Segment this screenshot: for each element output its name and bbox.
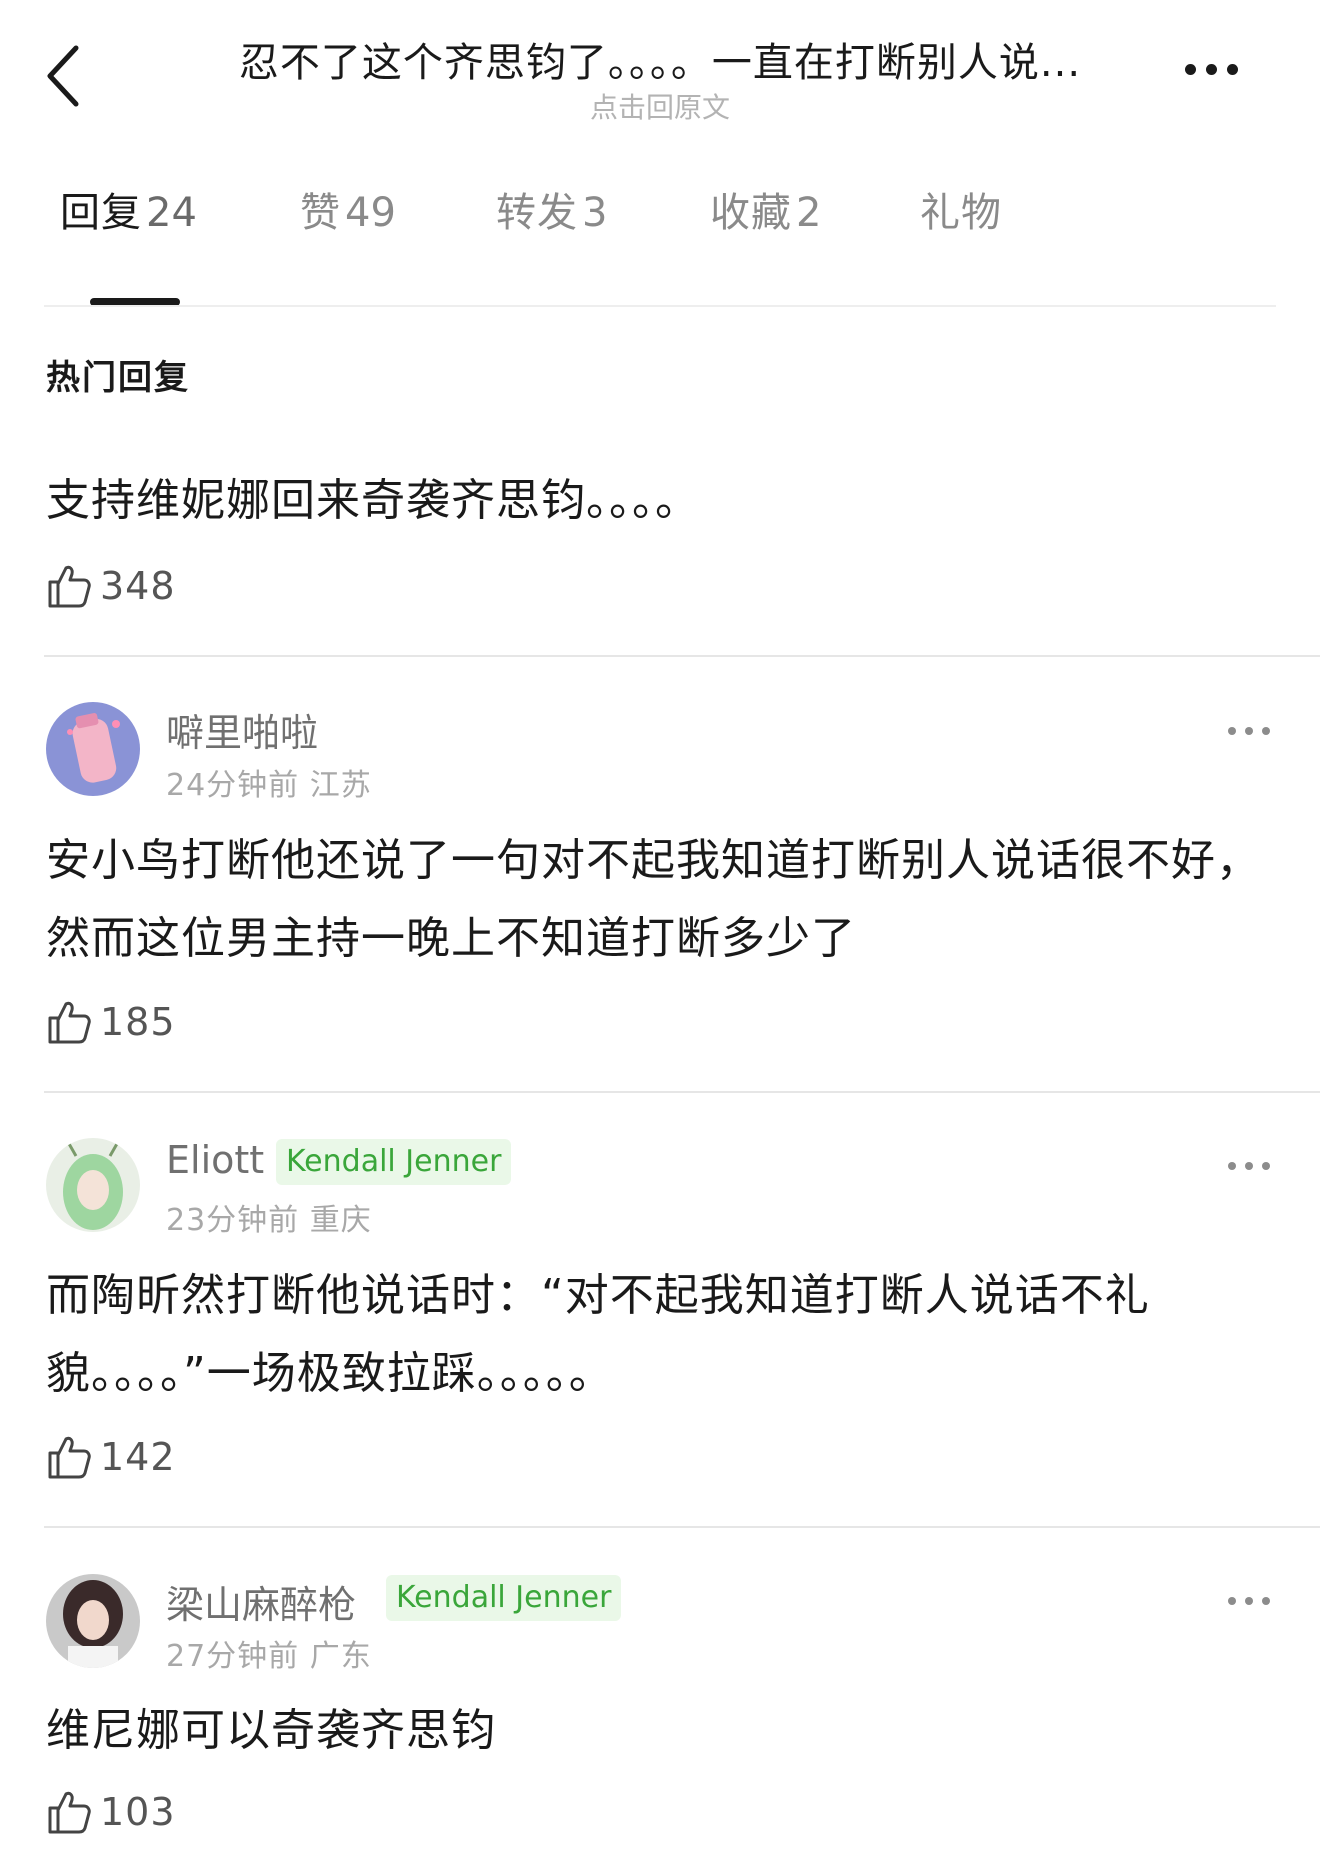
thumbs-up-icon xyxy=(48,1436,91,1479)
comment-meta: 23分钟前 重庆 xyxy=(166,1195,372,1239)
username[interactable]: Eliott xyxy=(166,1138,264,1182)
like-count: 348 xyxy=(100,564,176,608)
top-nav-bar: 忍不了这个齐思钧了。。。。一直在打断别人说... 点击回原文 xyxy=(0,0,1320,140)
like-count: 142 xyxy=(100,1435,176,1479)
comment-text[interactable]: 安小鸟打断他还说了一句对不起我知道打断别人说话很不好，然而这位男主持一晚上不知道… xyxy=(46,822,1266,978)
thumbs-up-icon xyxy=(48,1001,91,1044)
username[interactable]: 梁山麻醉枪 xyxy=(166,1574,356,1629)
chevron-left-icon xyxy=(47,45,79,107)
fan-badge[interactable]: Kendall Jenner xyxy=(276,1139,512,1185)
tab-favorites[interactable]: 收藏 2 xyxy=(710,180,821,238)
avatar-image xyxy=(46,1574,140,1668)
divider xyxy=(44,1091,1320,1093)
more-horizontal-icon xyxy=(1185,60,1248,79)
username[interactable]: 噼里啪啦 xyxy=(166,702,318,757)
fan-badge[interactable]: Kendall Jenner xyxy=(386,1575,622,1621)
thumbs-up-icon xyxy=(48,1791,91,1834)
back-button[interactable] xyxy=(40,40,88,112)
avatar[interactable] xyxy=(46,1574,140,1668)
like-button[interactable]: 348 xyxy=(46,560,176,612)
comment-text[interactable]: 而陶昕然打断他说话时：“对不起我知道打断人说话不礼貌。。。。”一场极致拉踩。。。… xyxy=(46,1257,1266,1413)
avatar[interactable] xyxy=(46,702,140,796)
comment-more-button[interactable] xyxy=(1228,1155,1288,1179)
like-count: 103 xyxy=(100,1790,176,1834)
comment-time: 23分钟前 xyxy=(166,1203,300,1238)
hot-replies-heading: 热门回复 xyxy=(46,358,190,398)
comment-location: 重庆 xyxy=(309,1203,372,1238)
tab-gifts[interactable]: 礼物 xyxy=(920,180,1002,238)
tab-reposts[interactable]: 转发 3 xyxy=(496,180,607,238)
post-title[interactable]: 忍不了这个齐思钧了。。。。一直在打断别人说... xyxy=(160,30,1160,88)
more-options-button[interactable] xyxy=(1185,60,1265,90)
more-horizontal-icon xyxy=(1228,1590,1279,1609)
comment-more-button[interactable] xyxy=(1228,720,1288,744)
like-button[interactable]: 185 xyxy=(46,996,176,1048)
comment-location: 江苏 xyxy=(309,768,372,803)
more-horizontal-icon xyxy=(1228,1155,1279,1174)
comment-location: 广东 xyxy=(309,1639,372,1674)
like-count: 185 xyxy=(100,1000,176,1044)
tab-bar: 回复 24 赞 49 转发 3 收藏 2 礼物 xyxy=(0,180,1320,300)
comment-time: 24分钟前 xyxy=(166,768,300,803)
tab-likes[interactable]: 赞 49 xyxy=(300,180,396,238)
like-button[interactable]: 103 xyxy=(46,1786,176,1838)
comment-text[interactable]: 支持维妮娜回来奇袭齐思钧。。。。 xyxy=(46,462,1266,540)
tab-replies[interactable]: 回复 24 xyxy=(60,180,197,238)
tabs-divider xyxy=(44,305,1276,307)
more-horizontal-icon xyxy=(1228,720,1279,739)
avatar-image xyxy=(46,1138,140,1232)
avatar-image xyxy=(46,702,140,796)
like-button[interactable]: 142 xyxy=(46,1431,176,1483)
comment-more-button[interactable] xyxy=(1228,1590,1288,1614)
comment-meta: 27分钟前 广东 xyxy=(166,1631,372,1675)
thumbs-up-icon xyxy=(48,565,91,608)
comment-meta: 24分钟前 江苏 xyxy=(166,760,372,804)
comment-text[interactable]: 维尼娜可以奇袭齐思钧 xyxy=(46,1692,1266,1770)
avatar[interactable] xyxy=(46,1138,140,1232)
divider xyxy=(44,1526,1320,1528)
back-to-original-link[interactable]: 点击回原文 xyxy=(160,86,1160,126)
divider xyxy=(44,655,1320,657)
comment-time: 27分钟前 xyxy=(166,1639,300,1674)
